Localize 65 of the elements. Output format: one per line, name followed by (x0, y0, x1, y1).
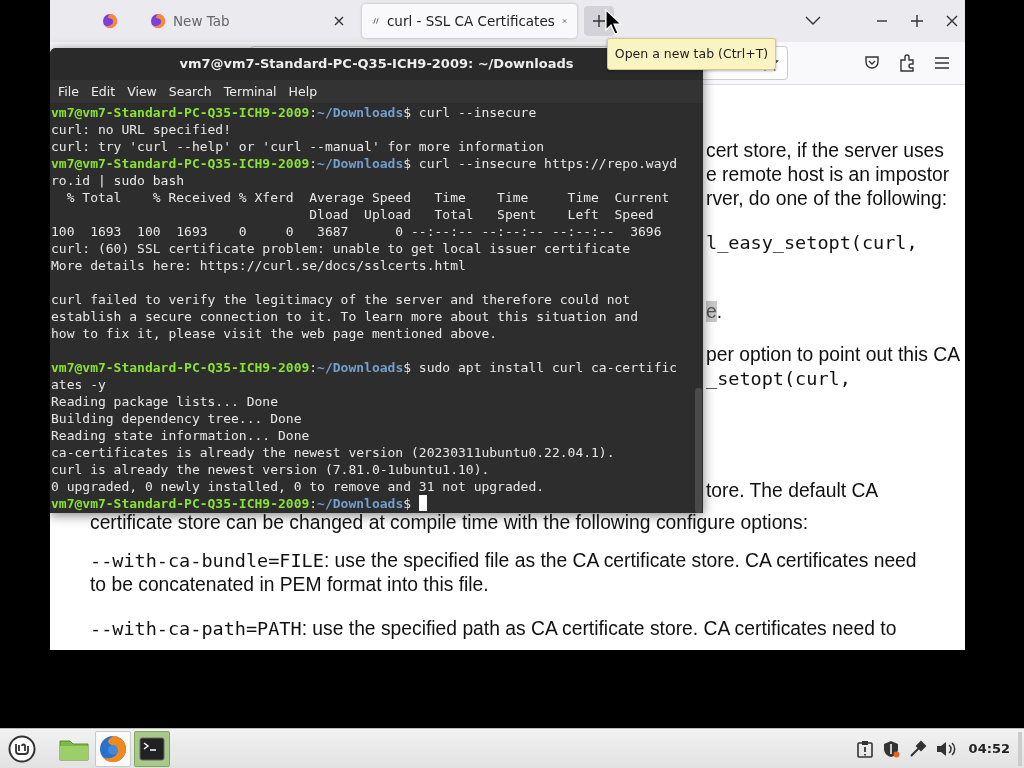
terminal-line: Building dependency tree... Done (51, 410, 303, 427)
terminal-line: establish a secure connection to it. To learn more about this situation and (51, 308, 639, 325)
page-text: per option to point out this CA (706, 343, 962, 367)
browser-tab[interactable]: New Tab (140, 4, 355, 38)
clipboard-icon[interactable] (856, 739, 873, 758)
terminal-line: Reading package lists... Done (51, 393, 279, 410)
firefox-icon (102, 13, 118, 29)
menu-logo-icon[interactable] (8, 734, 36, 763)
terminal-line: More details here: https://curl.se/docs/sslcerts.html (51, 257, 467, 274)
terminal-line: curl: try 'curl --help' or 'curl --manual' for more information (51, 138, 546, 155)
clock[interactable]: 04:52 (968, 741, 1010, 756)
panel-handle[interactable] (1018, 731, 1022, 766)
terminal-line: vm7@vm7-Standard-PC-Q35-ICH9-2009:~/Downloads$ (51, 495, 412, 512)
menu-item[interactable]: Help (282, 82, 324, 101)
puzzle-icon[interactable] (898, 54, 916, 72)
terminal-line: 0 upgraded, 0 newly installed, 0 to remove and 31 not upgraded. (51, 478, 546, 495)
maximize-icon[interactable] (911, 15, 923, 27)
chevron-down-icon[interactable] (805, 16, 821, 26)
page-text: rver, do one of the following: (706, 187, 949, 211)
menu-item[interactable]: View (121, 82, 163, 101)
menu-item[interactable]: Search (162, 82, 218, 101)
terminal-line: vm7@vm7-Standard-PC-Q35-ICH9-2009:~/Downloads$ sudo apt install curl ca-certific (51, 359, 679, 376)
page-text: to be concatenated in PEM format into this file. (90, 573, 490, 597)
network-icon[interactable] (908, 739, 927, 758)
tooltip: Open a new tab (Ctrl+T) (607, 38, 776, 70)
terminal-line: ca-certificates is already the newest version (20230311ubuntu0.22.04.1). (51, 444, 616, 461)
terminal-line: ates -y (51, 376, 107, 393)
terminal-icon (139, 736, 165, 761)
shield-icon[interactable] (881, 739, 900, 758)
terminal-line: 100 1693 100 1693 0 0 3687 0 --:--:-- --:--:-- --:--:-- 3696 (51, 223, 663, 240)
terminal-line: how to fix it, please visit the web page mentioned above. (51, 325, 499, 342)
scrollbar-thumb[interactable] (695, 388, 702, 513)
volume-icon[interactable] (935, 740, 956, 757)
terminal-line: curl is already the newest version (7.81.0-1ubuntu1.10). (51, 461, 491, 478)
terminal-line: curl: no URL specified! (51, 121, 232, 138)
browser-tab[interactable]: curl - SSL CA Certificates (362, 4, 577, 38)
terminal-line: Dload Upload Total Spent Left Speed (308, 206, 655, 223)
terminal-line: Reading state information... Done (51, 427, 311, 444)
page-text: --with-ca-bundle=FILE: use the specified file as the CA certificate store. CA certificates need (90, 549, 918, 573)
page-text: tore. The default CA (706, 479, 880, 503)
page-text: certificate store can be changed at compile time with the following configure options: (90, 511, 810, 535)
page-text: cert store, if the server uses (706, 139, 945, 163)
page-text: l_easy_setopt(curl, (706, 231, 919, 255)
page-text: _setopt(curl, (706, 367, 852, 391)
terminal-line: curl failed to verify the legitimacy of the server and therefore could not (51, 291, 632, 308)
mouse-pointer-icon (605, 9, 623, 35)
page-text: e. (706, 300, 724, 324)
terminal-line: vm7@vm7-Standard-PC-Q35-ICH9-2009:~/Downloads$ curl --insecure https://repo.wayd (51, 155, 679, 172)
terminal-line: ro.id | sudo bash (51, 172, 186, 189)
taskbar-app-button[interactable] (134, 730, 170, 767)
close-icon[interactable] (333, 15, 345, 27)
close-icon[interactable] (946, 15, 958, 27)
menu-item[interactable]: Terminal (217, 82, 283, 101)
menu-icon[interactable] (934, 56, 950, 70)
plus-icon (592, 14, 606, 28)
page-text: e remote host is an impostor (706, 163, 951, 187)
firefox-icon (99, 734, 127, 763)
firefox-icon (150, 13, 166, 29)
terminal-line: curl: (60) SSL certificate problem: unable to get local issuer certificate (51, 240, 632, 257)
menu-item[interactable]: Edit (84, 82, 122, 101)
pocket-icon[interactable] (864, 55, 880, 71)
terminal-line: % Total % Received % Xferd Average Speed Time Time Time Current (65, 189, 671, 206)
page-text: --with-ca-path=PATH: use the specified path as CA certificate store. CA certificates need to (90, 617, 898, 641)
menu-item[interactable]: File (52, 82, 85, 101)
terminal-line: vm7@vm7-Standard-PC-Q35-ICH9-2009:~/Downloads$ curl --insecure (51, 104, 538, 121)
